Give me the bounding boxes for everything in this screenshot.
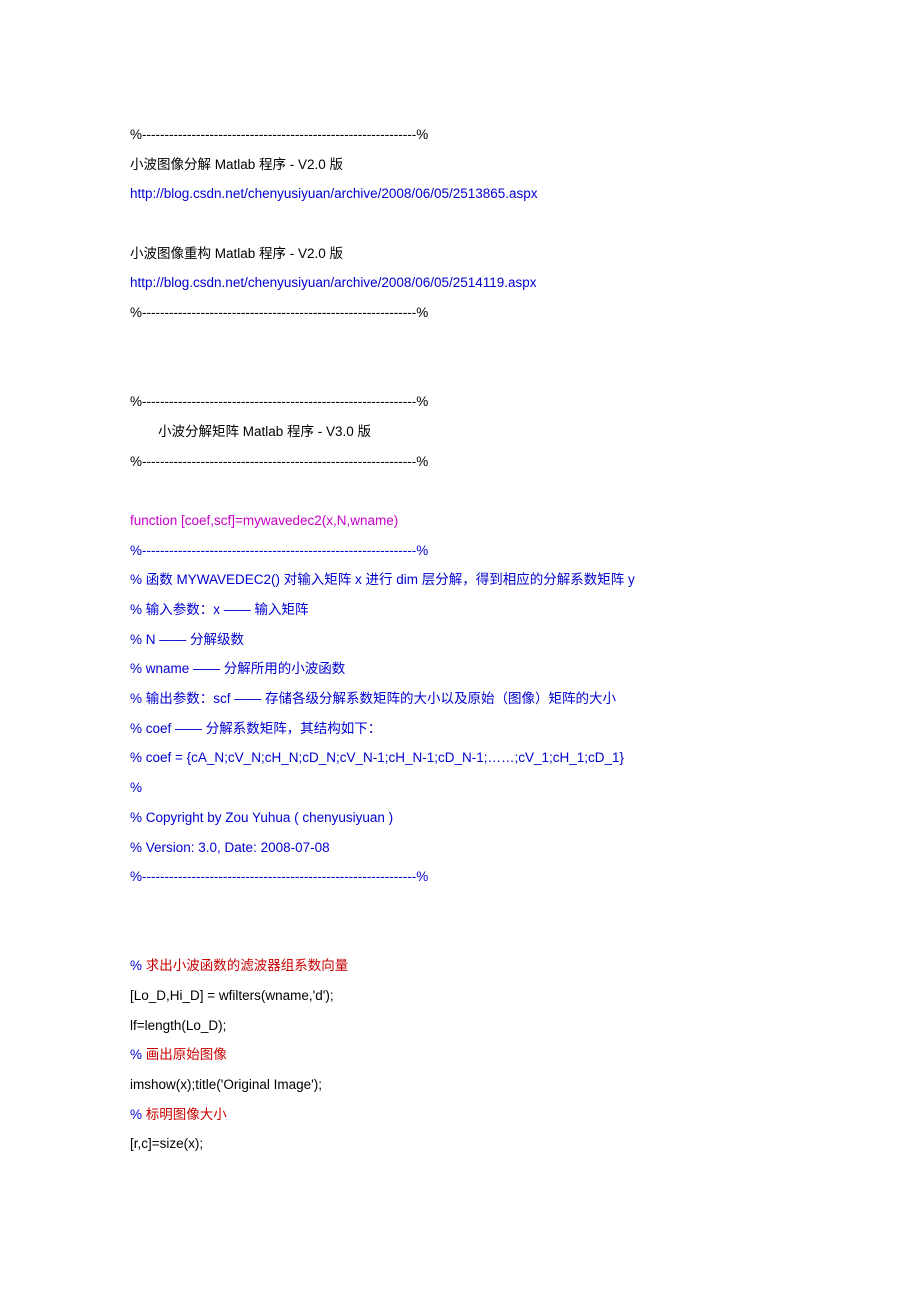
- separator: %---------------------------------------…: [130, 120, 790, 150]
- blank-line: [130, 209, 790, 239]
- document-page: %---------------------------------------…: [0, 0, 920, 1239]
- code-line: lf=length(Lo_D);: [130, 1011, 790, 1041]
- separator: %---------------------------------------…: [130, 447, 790, 477]
- comment-line: % coef = {cA_N;cV_N;cH_N;cD_N;cV_N-1;cH_…: [130, 743, 790, 773]
- blank-line: [130, 358, 790, 388]
- separator: %---------------------------------------…: [130, 387, 790, 417]
- code-line: imshow(x);title('Original Image');: [130, 1070, 790, 1100]
- comment-line: % 输出参数：scf —— 存储各级分解系数矩阵的大小以及原始（图像）矩阵的大小: [130, 684, 790, 714]
- comment-line: % 画出原始图像: [130, 1040, 790, 1070]
- separator: %---------------------------------------…: [130, 862, 790, 892]
- link-reconstruct-url[interactable]: http://blog.csdn.net/chenyusiyuan/archiv…: [130, 268, 790, 298]
- separator: %---------------------------------------…: [130, 536, 790, 566]
- percent-sign: %: [130, 1107, 146, 1122]
- comment-line: % 标明图像大小: [130, 1100, 790, 1130]
- comment-text: 画出原始图像: [146, 1047, 227, 1062]
- comment-line: % N —— 分解级数: [130, 625, 790, 655]
- blank-line: [130, 922, 790, 952]
- function-declaration: function [coef,scf]=mywavedec2(x,N,wname…: [130, 506, 790, 536]
- comment-line: % wname —— 分解所用的小波函数: [130, 654, 790, 684]
- comment-line: % 求出小波函数的滤波器组系数向量: [130, 951, 790, 981]
- comment-line: % 输入参数：x —— 输入矩阵: [130, 595, 790, 625]
- blank-line: [130, 892, 790, 922]
- comment-line: % Copyright by Zou Yuhua ( chenyusiyuan …: [130, 803, 790, 833]
- code-line: [Lo_D,Hi_D] = wfilters(wname,'d');: [130, 981, 790, 1011]
- comment-line: % Version: 3.0, Date: 2008-07-08: [130, 833, 790, 863]
- heading-reconstruct-v2: 小波图像重构 Matlab 程序 - V2.0 版: [130, 239, 790, 269]
- code-line: [r,c]=size(x);: [130, 1129, 790, 1159]
- separator: %---------------------------------------…: [130, 298, 790, 328]
- blank-line: [130, 328, 790, 358]
- comment-line: %: [130, 773, 790, 803]
- percent-sign: %: [130, 958, 146, 973]
- comment-text: 标明图像大小: [146, 1107, 227, 1122]
- blank-line: [130, 476, 790, 506]
- heading-matrix-v3: 小波分解矩阵 Matlab 程序 - V3.0 版: [130, 417, 790, 447]
- comment-line: % 函数 MYWAVEDEC2() 对输入矩阵 x 进行 dim 层分解，得到相…: [130, 565, 790, 595]
- link-decompose-url[interactable]: http://blog.csdn.net/chenyusiyuan/archiv…: [130, 179, 790, 209]
- heading-decompose-v2: 小波图像分解 Matlab 程序 - V2.0 版: [130, 150, 790, 180]
- percent-sign: %: [130, 1047, 146, 1062]
- comment-text: 求出小波函数的滤波器组系数向量: [146, 958, 349, 973]
- comment-line: % coef —— 分解系数矩阵，其结构如下：: [130, 714, 790, 744]
